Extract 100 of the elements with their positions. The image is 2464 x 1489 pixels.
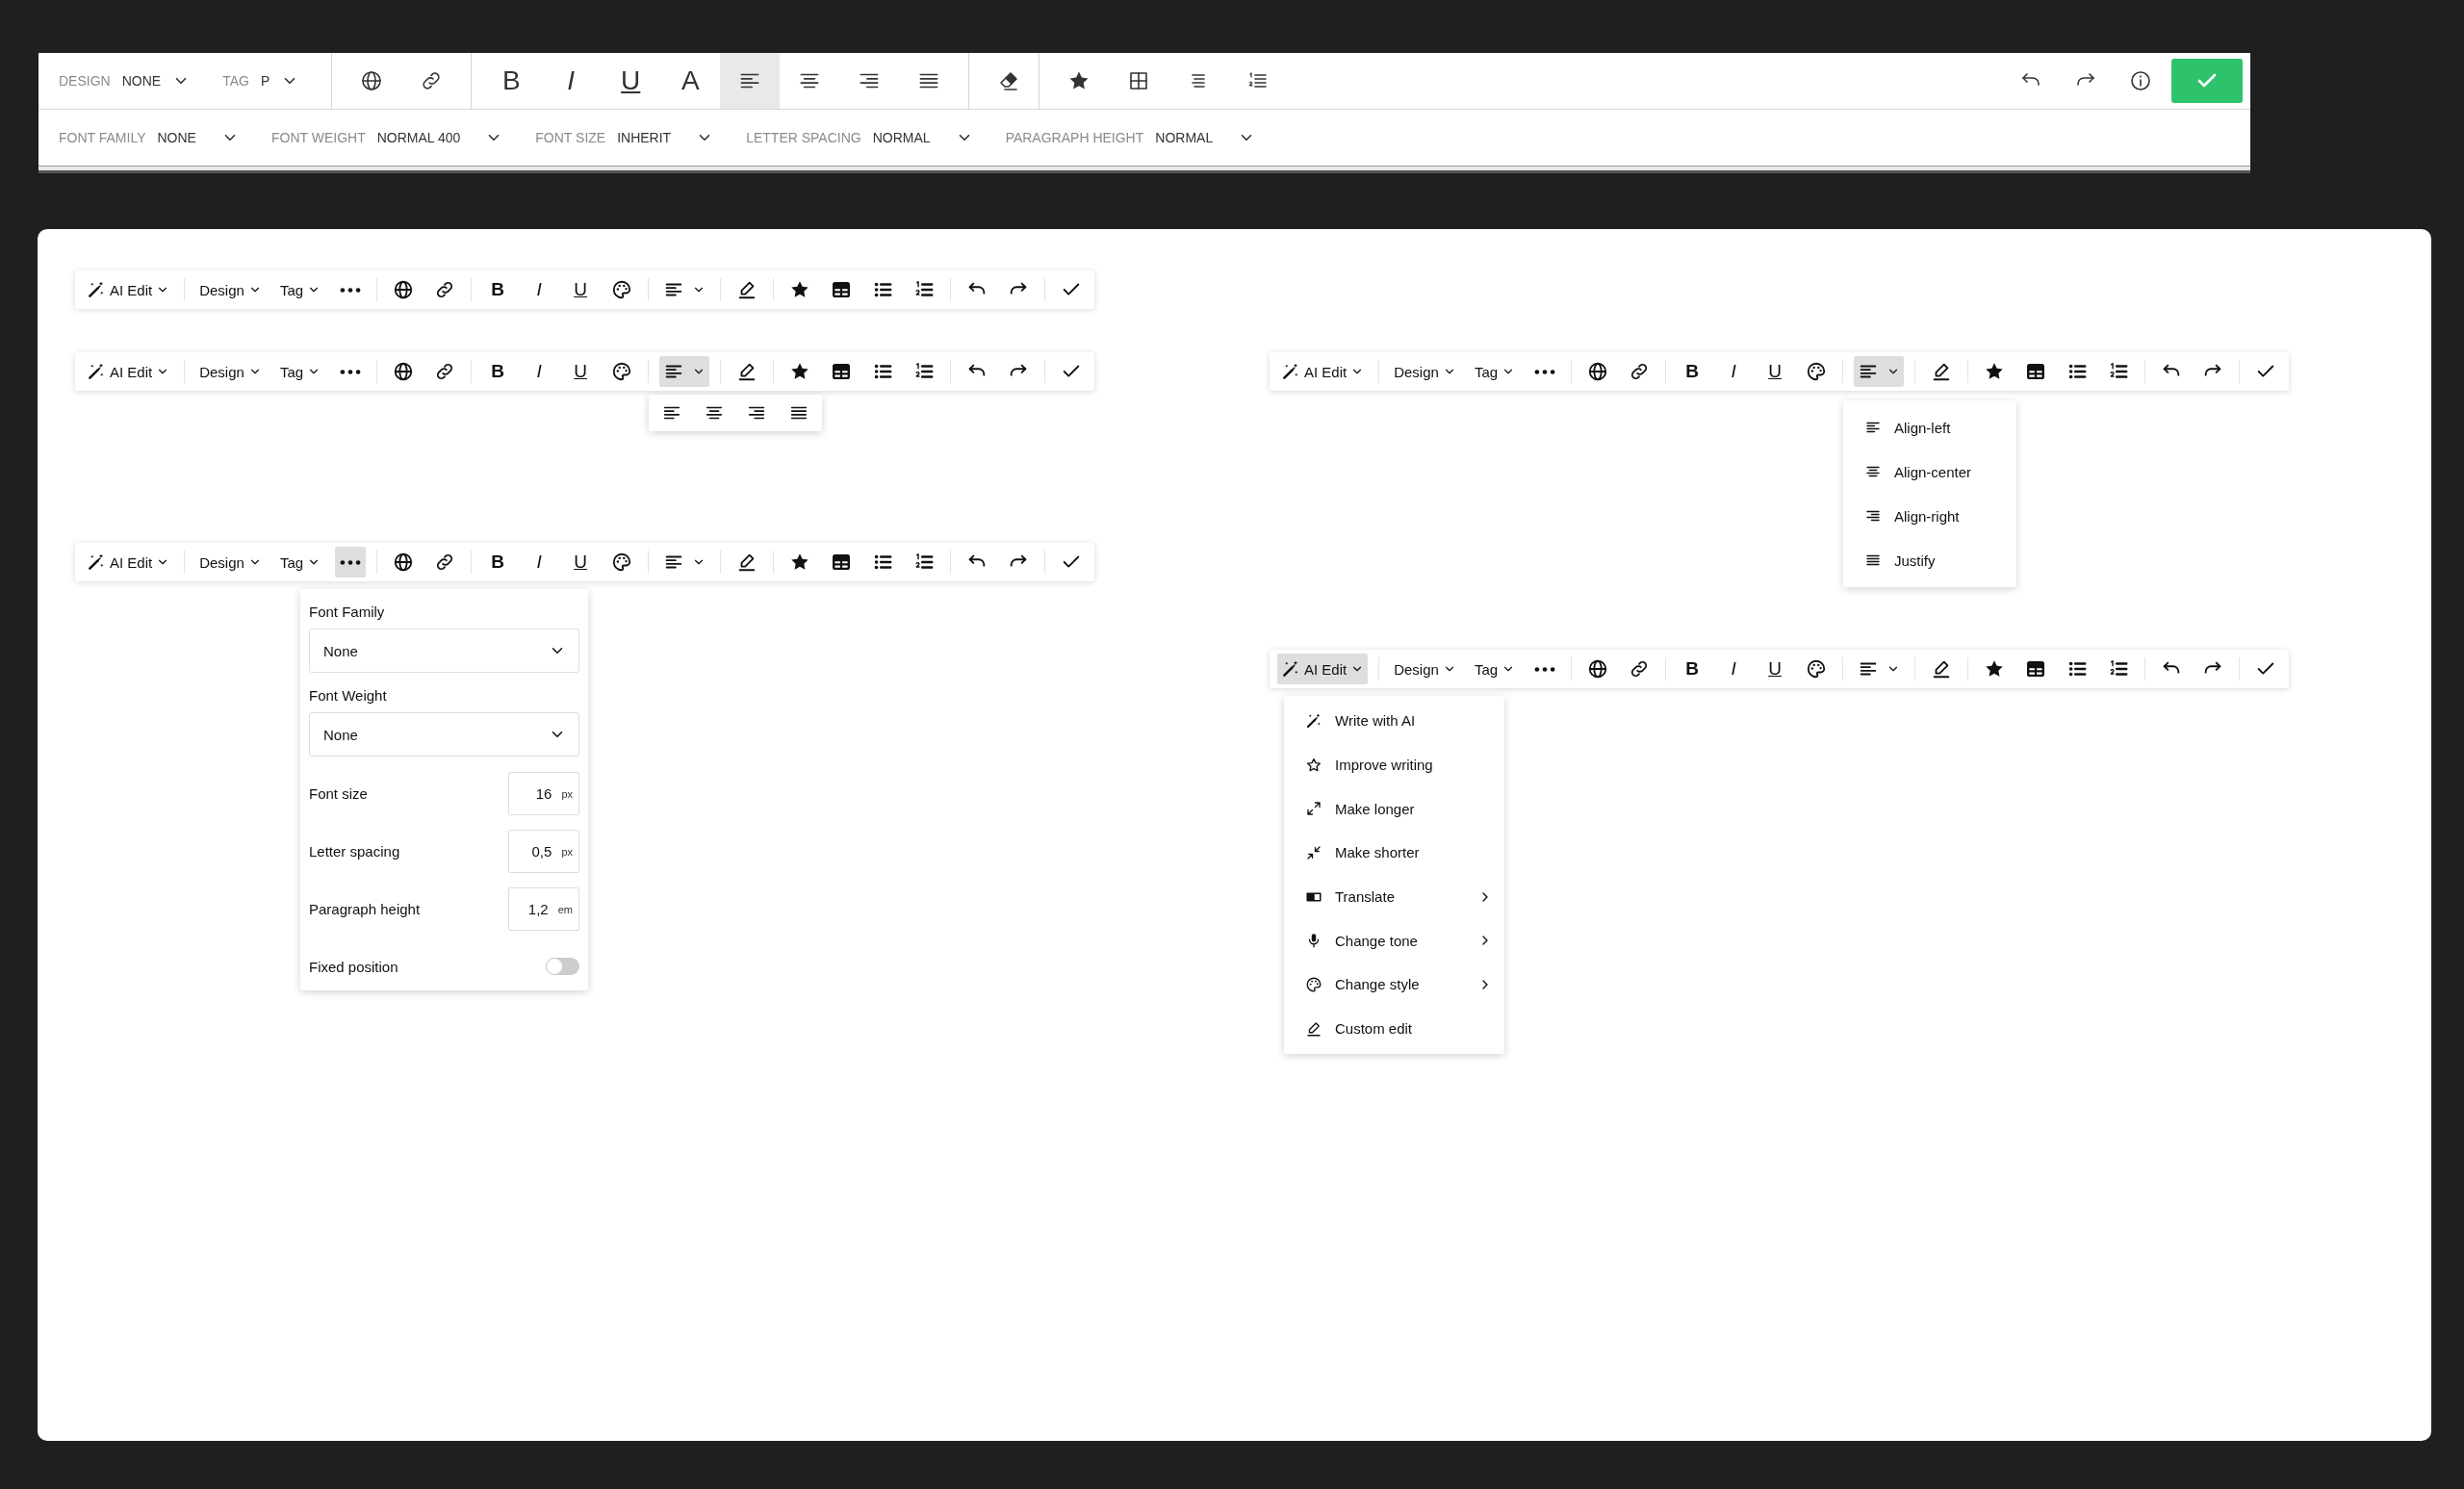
underline-button[interactable]: U — [565, 274, 597, 305]
design-dropdown[interactable]: Design — [195, 356, 266, 387]
tag-dropdown[interactable]: Tag — [275, 547, 325, 578]
menu-item[interactable]: Justify — [1894, 552, 1936, 569]
more-icon — [1534, 665, 1556, 673]
unit-label: em — [557, 903, 573, 915]
menu-item[interactable]: Improve writing — [1335, 757, 1433, 774]
globe-icon[interactable] — [393, 361, 415, 382]
globe-icon[interactable] — [393, 279, 415, 300]
italic-button[interactable]: I — [541, 53, 602, 109]
table-icon[interactable] — [2025, 658, 2047, 680]
number-field[interactable]: 1,2 em — [508, 887, 579, 931]
bold-button[interactable]: B — [1677, 356, 1708, 387]
field-label: PARAGRAPH HEIGHT — [1005, 130, 1144, 145]
menu-item[interactable]: Custom edit — [1335, 1020, 1413, 1038]
table-icon[interactable] — [2025, 361, 2047, 382]
palette-icon[interactable] — [1806, 361, 1828, 382]
design-dropdown[interactable]: Design — [195, 274, 266, 305]
number-field[interactable]: 0,5 px — [508, 830, 579, 873]
select-field[interactable]: None — [309, 712, 579, 757]
menu-item[interactable]: Align-right — [1894, 507, 1960, 525]
menu-item[interactable]: Change style — [1335, 976, 1420, 993]
bold-button[interactable]: B — [1677, 654, 1708, 684]
number-field[interactable]: 16 px — [508, 772, 579, 815]
underline-button[interactable]: U — [565, 547, 597, 578]
tag-dropdown[interactable]: Tag — [1470, 356, 1520, 387]
italic-button[interactable]: I — [524, 274, 555, 305]
more-icon — [340, 286, 362, 294]
field-label: LETTER SPACING — [746, 130, 861, 145]
globe-icon[interactable] — [1587, 658, 1609, 680]
underline-button[interactable]: U — [1759, 356, 1791, 387]
more-icon — [1534, 368, 1556, 375]
dropdown-value[interactable]: NORMAL 400 — [376, 130, 461, 145]
table-icon[interactable] — [831, 279, 853, 300]
table-icon[interactable] — [831, 361, 853, 382]
select-value: None — [323, 642, 358, 659]
globe-icon[interactable] — [393, 552, 415, 573]
field-label: Font Family — [309, 603, 386, 621]
select-value: None — [323, 726, 358, 743]
tag-dropdown[interactable]: Tag — [275, 274, 325, 305]
ai-edit-button[interactable]: AI Edit — [1277, 654, 1369, 684]
ai-edit-button[interactable]: AI Edit — [83, 547, 174, 578]
menu-item[interactable]: Translate — [1335, 888, 1395, 906]
menu-item[interactable]: Align-left — [1894, 419, 1951, 436]
italic-button[interactable]: I — [1718, 654, 1750, 684]
menu-item[interactable]: Make shorter — [1335, 844, 1420, 861]
ai-edit-button[interactable]: AI Edit — [83, 356, 174, 387]
italic-button[interactable]: I — [1718, 356, 1750, 387]
field-label: Paragraph height — [309, 901, 421, 917]
menu-item[interactable]: Change tone — [1335, 932, 1418, 949]
underline-button[interactable]: U — [1759, 654, 1791, 684]
dropdown-value[interactable]: INHERIT — [617, 130, 672, 145]
italic-button[interactable]: I — [524, 547, 555, 578]
more-button[interactable] — [335, 547, 367, 578]
menu-item[interactable]: Write with AI — [1335, 712, 1416, 730]
dropdown-value[interactable]: NONE — [121, 73, 162, 89]
field-label: FONT FAMILY — [59, 130, 146, 145]
info-icon[interactable] — [2128, 69, 2152, 92]
design-dropdown[interactable]: Design — [1390, 356, 1460, 387]
dropdown-value[interactable]: NONE — [157, 130, 196, 145]
field-label: FONT WEIGHT — [270, 130, 366, 145]
align-button[interactable] — [1854, 356, 1905, 387]
underline-button[interactable]: U — [565, 356, 597, 387]
toggle-switch[interactable] — [546, 958, 579, 975]
scrollbar[interactable] — [38, 166, 2250, 173]
bold-button[interactable]: B — [482, 274, 514, 305]
tag-dropdown[interactable]: Tag — [1470, 654, 1520, 684]
palette-icon[interactable] — [611, 361, 633, 382]
field-value: 16 — [535, 785, 552, 802]
bold-button[interactable]: B — [482, 356, 514, 387]
table-icon[interactable] — [831, 552, 853, 573]
underline-button[interactable]: U — [601, 53, 661, 109]
unit-label: px — [561, 787, 573, 800]
dropdown-value[interactable]: NORMAL — [872, 130, 931, 145]
tag-dropdown[interactable]: Tag — [275, 356, 325, 387]
text-color-button[interactable]: A — [660, 53, 721, 109]
globe-icon[interactable] — [1587, 361, 1609, 382]
field-label: Font size — [309, 785, 368, 802]
bold-button[interactable]: B — [481, 53, 542, 109]
palette-icon[interactable] — [611, 279, 633, 300]
magic-wand-icon — [87, 280, 106, 299]
globe-icon[interactable] — [360, 69, 384, 92]
field-label: Letter spacing — [309, 843, 400, 860]
bold-button[interactable]: B — [482, 547, 514, 578]
palette-icon[interactable] — [1806, 658, 1828, 680]
menu-item[interactable]: Make longer — [1335, 800, 1415, 817]
italic-button[interactable]: I — [524, 356, 555, 387]
ai-edit-button[interactable]: AI Edit — [1277, 356, 1369, 387]
magic-wand-icon — [1281, 362, 1300, 381]
dropdown-value[interactable]: NORMAL — [1155, 130, 1214, 145]
align-button[interactable] — [659, 356, 710, 387]
design-dropdown[interactable]: Design — [1390, 654, 1460, 684]
design-dropdown[interactable]: Design — [195, 547, 266, 578]
pen-icon — [1305, 1019, 1322, 1038]
ai-edit-button[interactable]: AI Edit — [83, 274, 174, 305]
palette-icon[interactable] — [611, 552, 633, 573]
select-field[interactable]: None — [309, 629, 579, 673]
dropdown-value[interactable]: P — [260, 73, 270, 89]
field-label: TAG — [222, 73, 249, 89]
menu-item[interactable]: Align-center — [1894, 463, 1972, 480]
